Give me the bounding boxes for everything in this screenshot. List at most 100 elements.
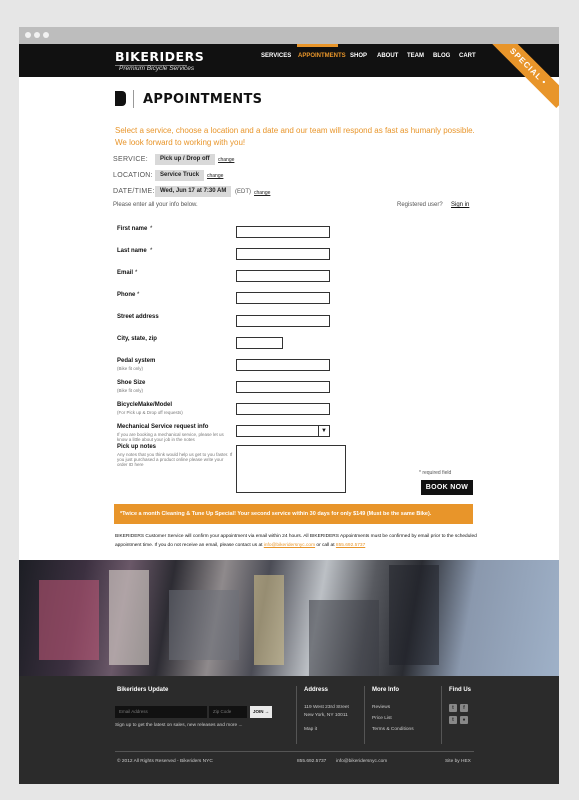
address-title: Address <box>304 687 329 693</box>
mechanical-service-select[interactable]: ▼ <box>236 425 330 437</box>
shoe-size-input[interactable] <box>236 381 330 393</box>
last-name-label: Last name <box>117 248 147 254</box>
timezone-label: (EDT) <box>235 189 251 195</box>
bicycle-model-input[interactable] <box>236 403 330 415</box>
newsletter-join-button[interactable]: JOIN → <box>250 706 272 718</box>
registered-user-text: Registered user? <box>397 202 443 208</box>
enter-info-text: Please enter all your info below. <box>113 202 198 208</box>
nav-blog[interactable]: BLOG <box>433 53 450 59</box>
shoe-size-label: Shoe Size <box>117 380 146 386</box>
page-title: APPOINTMENTS <box>143 92 263 107</box>
pickup-notes-textarea[interactable] <box>236 445 346 493</box>
confirmation-notice: BIKERIDERS Customer Service will confirm… <box>115 533 477 550</box>
twitter-icon[interactable]: t <box>449 704 457 712</box>
shoe-size-hint: (Bike fit only) <box>117 388 144 393</box>
tumblr-icon[interactable]: t <box>449 716 457 724</box>
city-state-zip-input[interactable] <box>236 337 283 349</box>
street-address-label: Street address <box>117 314 159 320</box>
bicycle-model-label: BicycleMake/Model <box>117 402 173 408</box>
newsletter-zip-input[interactable]: Zip Code <box>209 706 247 718</box>
datetime-label: DATE/TIME: <box>113 188 155 195</box>
nav-about[interactable]: ABOUT <box>377 53 398 59</box>
more-info-title: More Info <box>372 687 399 693</box>
site-tagline: Premium Bicycle Services <box>119 65 195 72</box>
window-close-dot[interactable] <box>25 32 31 38</box>
reviews-link[interactable]: Reviews <box>372 704 390 712</box>
email-input[interactable] <box>236 270 330 282</box>
nav-appointments[interactable]: APPOINTMENTS <box>298 53 346 59</box>
browser-window: BIKERIDERS Premium Bicycle Services SERV… <box>19 44 559 784</box>
required-marker: * <box>150 226 153 232</box>
pedal-system-input[interactable] <box>236 359 330 371</box>
photo-streak <box>389 565 439 665</box>
nav-cart[interactable]: CART <box>459 53 476 59</box>
facebook-icon[interactable]: f <box>460 704 468 712</box>
datetime-value: Wed, Jun 17 at 7:30 AM <box>155 186 232 197</box>
pedal-system-label: Pedal system <box>117 358 156 364</box>
email-label: Email <box>117 270 134 276</box>
phone-input[interactable] <box>236 292 330 304</box>
required-marker: * <box>135 270 138 276</box>
nav-team[interactable]: TEAM <box>407 53 424 59</box>
footer-email[interactable]: info@bikeridersnyc.com <box>336 759 387 764</box>
window-minimize-dot[interactable] <box>34 32 40 38</box>
newsletter-email-input[interactable]: Email Address <box>115 706 207 718</box>
pedal-system-hint: (Bike fit only) <box>117 366 144 371</box>
change-service-link[interactable]: change <box>218 157 234 163</box>
required-marker: * <box>137 292 140 298</box>
street-address-input[interactable] <box>236 315 330 327</box>
required-marker: * <box>150 248 153 254</box>
bike-logo-icon <box>115 91 126 106</box>
site-footer: Bikeriders Update Email Address Zip Code… <box>19 676 559 784</box>
photo-streak <box>309 600 379 676</box>
first-name-label: First name <box>117 226 148 232</box>
location-value: Service Truck <box>155 170 205 181</box>
intro-text: Select a service, choose a location and … <box>115 126 475 147</box>
footer-divider <box>364 686 365 744</box>
title-divider <box>133 90 134 108</box>
footer-divider <box>441 686 442 744</box>
service-value: Pick up / Drop off <box>155 154 215 165</box>
contact-phone-link[interactable]: 855.692.5737 <box>336 543 365 548</box>
nav-services[interactable]: SERVICES <box>261 53 291 59</box>
find-us-title: Find Us <box>449 687 471 693</box>
photo-streak <box>39 580 99 660</box>
or-call-text: or call at <box>316 542 335 548</box>
address-line-1: 119 West 23rd Street <box>304 705 349 710</box>
instagram-icon[interactable]: ● <box>460 716 468 724</box>
change-datetime-link[interactable]: change <box>254 190 270 196</box>
price-list-link[interactable]: Price List <box>372 715 392 723</box>
first-name-input[interactable] <box>236 226 330 238</box>
pickup-notes-label: Pick up notes <box>117 444 157 450</box>
window-maximize-dot[interactable] <box>43 32 49 38</box>
newsletter-signup-text: Sign up to get the latest on sales, new … <box>115 723 243 728</box>
site-credit[interactable]: Site by HEX <box>445 759 471 764</box>
browser-toolbar <box>19 27 559 44</box>
address-line-2: New York, NY 10011 <box>304 713 348 718</box>
nav-shop[interactable]: SHOP <box>350 53 367 59</box>
last-name-input[interactable] <box>236 248 330 260</box>
change-location-link[interactable]: change <box>207 173 223 179</box>
city-state-zip-label: City, state, zip <box>117 336 157 342</box>
promo-banner: *Twice a month Cleaning & Tune Up Specia… <box>114 504 473 524</box>
mechanical-service-label: Mechanical Service request info <box>117 424 209 430</box>
bicycle-model-hint: (For Pick up & Drop off requests) <box>117 410 183 415</box>
sign-in-link[interactable]: Sign in <box>451 202 469 208</box>
active-nav-indicator <box>297 44 338 47</box>
terms-link[interactable]: Terms & Conditions <box>372 726 414 734</box>
mechanical-service-hint: If you are booking a mechanical service,… <box>117 432 224 442</box>
contact-email-link[interactable]: info@bikeridersnyc.com <box>264 543 315 548</box>
footer-phone[interactable]: 855.692.5737 <box>297 759 326 764</box>
site-logo[interactable]: BIKERIDERS <box>115 49 204 64</box>
book-now-button[interactable]: BOOK NOW <box>421 480 473 495</box>
hero-photo <box>19 560 559 676</box>
location-label: LOCATION: <box>113 172 153 179</box>
photo-streak <box>109 570 149 665</box>
site-header: BIKERIDERS Premium Bicycle Services SERV… <box>19 44 559 77</box>
service-label: SERVICE: <box>113 156 148 163</box>
chevron-down-icon[interactable]: ▼ <box>318 426 329 436</box>
footer-bottom-divider <box>115 751 474 752</box>
photo-streak <box>254 575 284 665</box>
photo-streak <box>169 590 239 660</box>
map-it-link[interactable]: Map it <box>304 726 317 734</box>
